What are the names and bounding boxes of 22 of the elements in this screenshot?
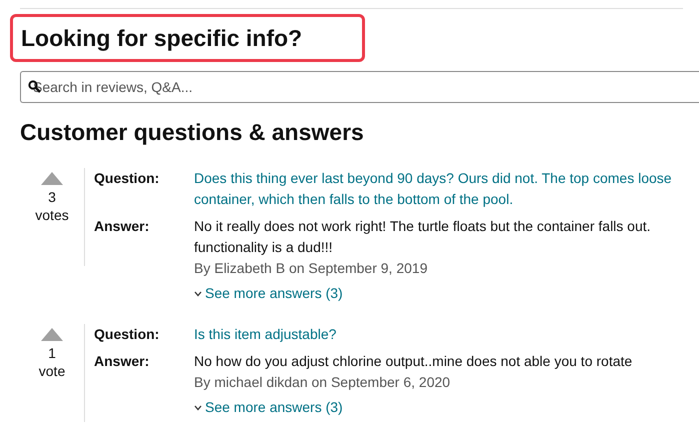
upvote-icon[interactable] — [41, 328, 63, 341]
answer-label: Answer: — [94, 217, 150, 236]
vote-count: 1 — [48, 345, 56, 361]
section-heading: Customer questions & answers — [20, 119, 365, 146]
vote-count: 3 — [48, 189, 56, 205]
vote-label: vote — [38, 363, 66, 379]
see-more-link[interactable]: See more answers (3) — [194, 283, 343, 304]
chevron-down-icon — [194, 290, 202, 296]
see-more-link[interactable]: See more answers (3) — [194, 397, 343, 418]
question-label: Question: — [94, 325, 160, 344]
answer-text: No how do you adjust chlorine output..mine does not able you to rotate — [194, 352, 632, 371]
question-label: Question: — [94, 169, 160, 188]
answer-byline: By Elizabeth B on September 9, 2019 — [194, 259, 428, 278]
chevron-down-icon — [194, 404, 202, 410]
vote-label: votes — [35, 207, 69, 223]
question-link[interactable]: Does this thing ever last beyond 90 days? Ours did not. The top comes loose container, which then falls to the bottom of the pool. — [194, 168, 672, 210]
answer-text: No it really does not work right! The turtle floats but the container falls out. functionality is a dud!!! — [194, 217, 651, 257]
section-heading: Looking for specific info? — [21, 24, 302, 52]
upvote-icon[interactable] — [41, 172, 63, 185]
answer-byline: By michael dikdan on September 6, 2020 — [194, 373, 450, 392]
answer-label: Answer: — [94, 352, 150, 371]
question-link[interactable]: Is this item adjustable? — [194, 324, 336, 345]
